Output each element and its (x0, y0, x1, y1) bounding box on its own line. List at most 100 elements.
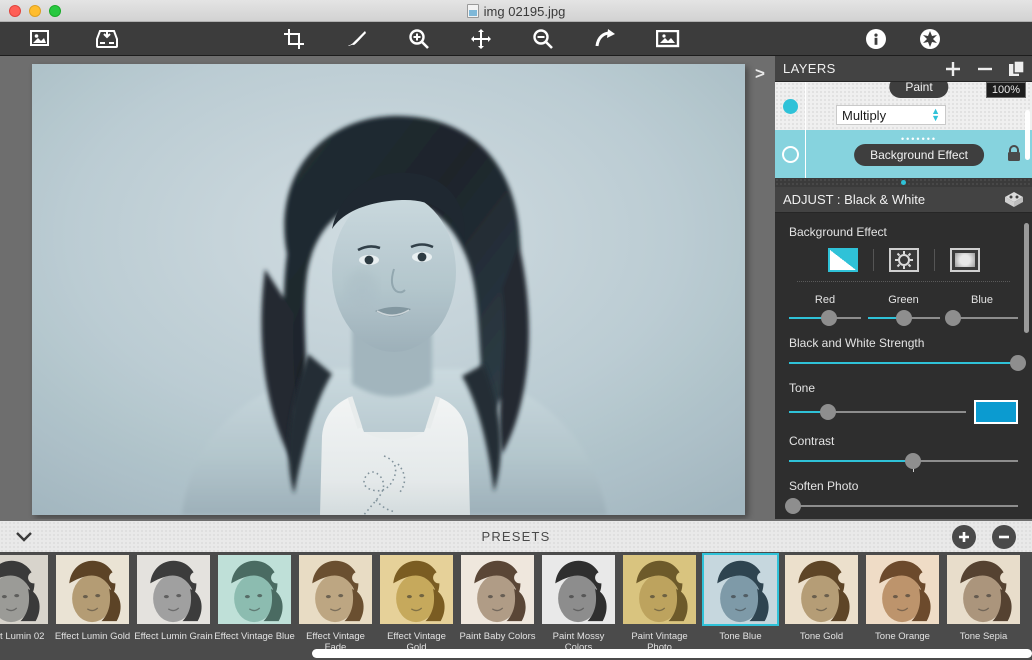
chevron-updown-icon: ▲▼ (931, 108, 940, 122)
preset-item[interactable]: Effect Lumin Gold (52, 552, 133, 653)
duplicate-layer-button[interactable] (1008, 60, 1026, 78)
zoom-out-icon[interactable] (526, 26, 560, 52)
preset-item[interactable]: Effect Vintage Gold (376, 552, 457, 653)
layers-pagination[interactable] (775, 178, 1032, 187)
preset-thumbnail[interactable] (702, 553, 779, 626)
effects-tab[interactable] (888, 247, 920, 273)
adjust-mode-tabs[interactable] (797, 247, 1010, 282)
layer-name[interactable]: Background Effect (854, 144, 984, 166)
dice-icon[interactable] (1004, 191, 1024, 214)
remove-layer-button[interactable] (976, 60, 994, 78)
redo-icon[interactable] (589, 26, 623, 52)
info-icon[interactable] (859, 26, 893, 52)
adjust-header: ADJUST : Black & White (775, 187, 1032, 213)
blue-slider-group[interactable]: Blue (946, 294, 1018, 326)
save-image-icon[interactable] (90, 26, 124, 52)
presets-scroll-container[interactable]: Effect Lumin 02Effect Lumin GoldEffect L… (0, 552, 1024, 653)
contrast-slider[interactable] (789, 453, 1018, 469)
preset-thumbnail[interactable] (54, 553, 131, 626)
soften-photo-slider[interactable] (789, 498, 1018, 514)
preset-item[interactable]: Paint Mossy Colors (538, 552, 619, 653)
layers-list[interactable]: Paint 100% Multiply ▲▼ ••••••• Backgroun… (775, 82, 1032, 178)
tone-color-swatch[interactable] (974, 400, 1018, 424)
preset-item[interactable]: Paint Baby Colors (457, 552, 538, 653)
red-slider[interactable] (789, 310, 861, 326)
preset-item[interactable]: Effect Lumin 02 (0, 552, 52, 653)
adjust-body[interactable]: Background Effect (775, 213, 1032, 535)
preset-thumbnail[interactable] (945, 553, 1022, 626)
tone-slider[interactable] (789, 404, 966, 420)
preset-thumbnail[interactable] (864, 553, 941, 626)
tab-divider (934, 249, 935, 271)
preset-label: Effect Lumin 02 (0, 631, 52, 642)
rgb-sliders[interactable]: Red Green Blue (789, 294, 1018, 326)
contrast-field[interactable]: Contrast (789, 434, 1018, 469)
preset-item[interactable]: Tone Blue (700, 552, 781, 653)
preset-thumbnail[interactable] (378, 553, 455, 626)
preset-item[interactable]: Effect Vintage Blue (214, 552, 295, 653)
layers-header: LAYERS (775, 56, 1032, 82)
preset-item[interactable]: Tone Gold (781, 552, 862, 653)
preset-thumbnail[interactable] (621, 553, 698, 626)
contrast-label: Contrast (789, 434, 1018, 448)
preset-thumbnail[interactable] (216, 553, 293, 626)
gradient-tab[interactable] (827, 247, 859, 273)
settings-icon[interactable] (913, 26, 947, 52)
preset-label: Tone Blue (700, 631, 781, 642)
bw-strength-slider[interactable] (789, 355, 1018, 371)
collapse-panel-toggle[interactable]: > (749, 62, 771, 86)
crop-icon[interactable] (277, 26, 311, 52)
green-slider-group[interactable]: Green (868, 294, 940, 326)
layer-name[interactable]: Paint (889, 82, 948, 98)
preset-label: Tone Orange (862, 631, 943, 642)
preset-item[interactable]: Paint Vintage Photo (619, 552, 700, 653)
presets-actions (952, 525, 1016, 549)
open-image-icon[interactable] (24, 26, 58, 52)
layer-row[interactable]: Paint 100% Multiply ▲▼ (775, 82, 1032, 130)
add-layer-button[interactable] (944, 60, 962, 78)
preset-thumbnail[interactable] (459, 553, 536, 626)
preset-label: Effect Lumin Gold (52, 631, 133, 642)
layer-opacity[interactable]: 100% (986, 82, 1026, 98)
red-label: Red (789, 294, 861, 306)
fit-image-icon[interactable] (651, 26, 685, 52)
photo-canvas[interactable] (32, 64, 745, 515)
layer-body[interactable]: Paint 100% Multiply ▲▼ (806, 82, 1032, 130)
lock-icon[interactable] (1006, 144, 1022, 167)
blend-mode-value: Multiply (842, 108, 886, 123)
soften-photo-field[interactable]: Soften Photo (789, 479, 1018, 514)
window-title: img 02195.jpg (0, 0, 1032, 22)
layer-visibility-toggle[interactable] (775, 146, 805, 163)
preset-thumbnail[interactable] (0, 553, 50, 626)
layer-visibility-toggle[interactable] (775, 99, 805, 114)
tone-field[interactable]: Tone (789, 381, 1018, 424)
preset-item[interactable]: Effect Lumin Grain (133, 552, 214, 653)
preset-thumbnail[interactable] (135, 553, 212, 626)
layer-body[interactable]: ••••••• Background Effect (806, 130, 1032, 178)
vignette-tab[interactable] (949, 247, 981, 273)
preset-thumbnail[interactable] (297, 553, 374, 626)
preset-item[interactable]: Effect Vintage Fade (295, 552, 376, 653)
remove-preset-button[interactable] (992, 525, 1016, 549)
blue-slider[interactable] (946, 310, 1018, 326)
presets-strip[interactable]: Effect Lumin 02Effect Lumin GoldEffect L… (0, 552, 1032, 660)
layer-row[interactable]: ••••••• Background Effect (775, 130, 1032, 178)
presets-horizontal-scrollbar[interactable] (312, 649, 1032, 658)
canvas-area[interactable]: > (0, 56, 775, 519)
preset-item[interactable]: Tone Orange (862, 552, 943, 653)
zoom-in-icon[interactable] (402, 26, 436, 52)
green-slider[interactable] (868, 310, 940, 326)
preset-item[interactable]: Tone Sepia (943, 552, 1024, 653)
preset-thumbnail[interactable] (540, 553, 617, 626)
brush-icon[interactable] (340, 26, 374, 52)
bw-strength-field[interactable]: Black and White Strength (789, 336, 1018, 371)
add-preset-button[interactable] (952, 525, 976, 549)
layers-scrollbar[interactable] (1025, 110, 1030, 160)
green-label: Green (868, 294, 940, 306)
blend-mode-select[interactable]: Multiply ▲▼ (836, 105, 946, 125)
red-slider-group[interactable]: Red (789, 294, 861, 326)
move-icon[interactable] (464, 26, 498, 52)
layer-drag-handle[interactable]: ••••••• (901, 134, 937, 144)
preset-thumbnail[interactable] (783, 553, 860, 626)
adjust-scrollbar[interactable] (1024, 223, 1029, 333)
